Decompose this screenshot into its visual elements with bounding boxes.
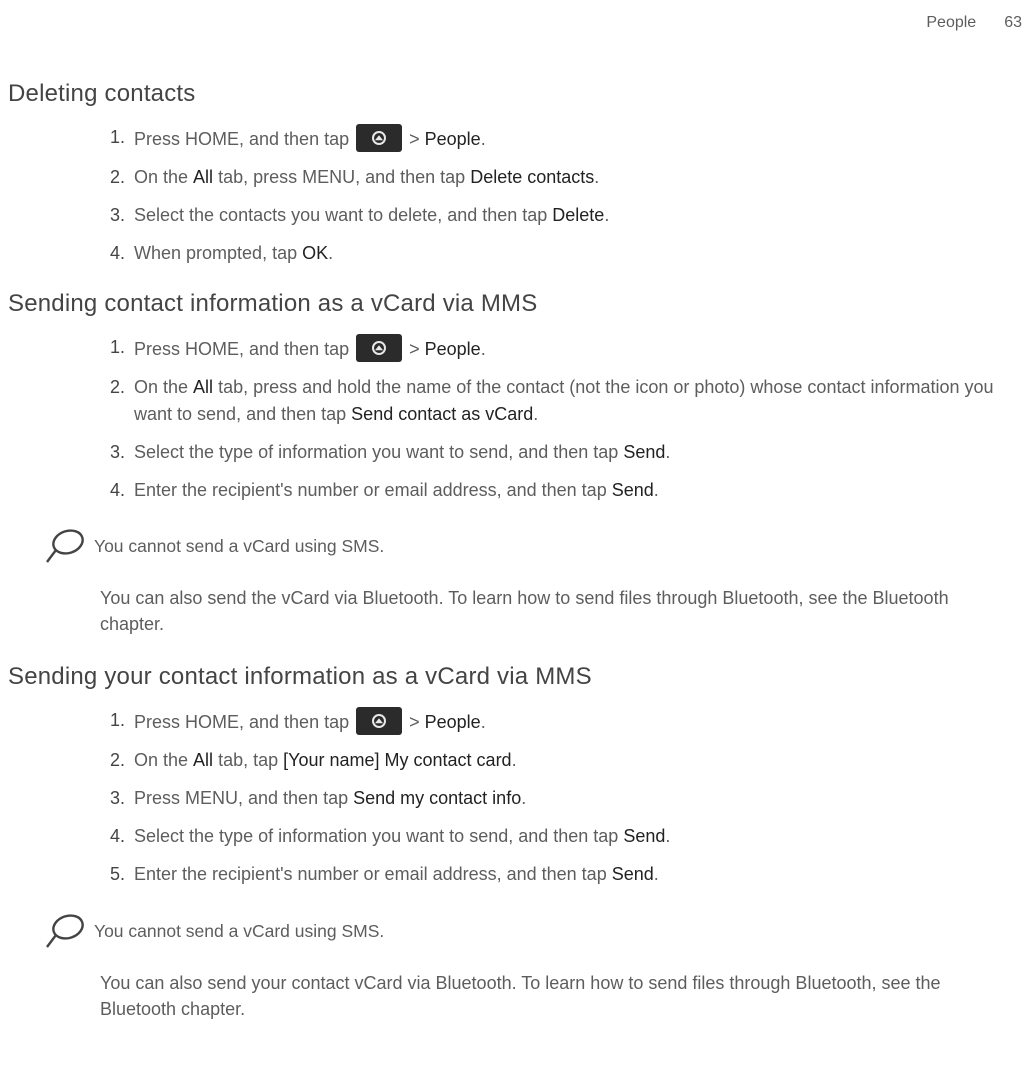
step-text: . — [512, 750, 517, 770]
step-item: 5. Enter the recipient's number or email… — [110, 855, 1010, 893]
note-text: You cannot send a vCard using SMS. — [94, 536, 384, 557]
step-text: When prompted, tap — [134, 243, 302, 263]
step-item: 4. When prompted, tap OK. — [110, 234, 1010, 272]
page-header: People 63 — [0, 0, 1030, 62]
step-item: 4. Enter the recipient's number or email… — [110, 471, 1010, 509]
note-row: You cannot send a vCard using SMS. — [44, 912, 1010, 952]
step-text: . — [328, 243, 333, 263]
note-icon — [44, 527, 88, 567]
apps-icon — [356, 334, 402, 362]
ui-label: Send — [612, 480, 654, 500]
step-text: Press HOME, and then tap — [134, 339, 354, 359]
apps-icon — [356, 707, 402, 735]
step-text: . — [654, 864, 659, 884]
step-text: > — [404, 339, 425, 359]
step-text: . — [665, 826, 670, 846]
step-number: 4. — [110, 240, 125, 266]
apps-icon — [356, 124, 402, 152]
steps-send-your-contact: 1. Press HOME, and then tap > People. 2.… — [110, 701, 1010, 893]
step-number: 1. — [110, 124, 125, 150]
section-title-send-your-contact: Sending your contact information as a vC… — [8, 663, 1030, 691]
step-text: Enter the recipient's number or email ad… — [134, 864, 612, 884]
step-text: Select the type of information you want … — [134, 442, 623, 462]
steps-send-contact: 1. Press HOME, and then tap > People. 2.… — [110, 328, 1010, 508]
step-text: . — [594, 167, 599, 187]
step-item: 3. Select the contacts you want to delet… — [110, 196, 1010, 234]
ui-label: All — [193, 750, 213, 770]
step-text: Enter the recipient's number or email ad… — [134, 480, 612, 500]
step-text: On the — [134, 167, 193, 187]
step-number: 3. — [110, 202, 125, 228]
step-item: 4. Select the type of information you wa… — [110, 817, 1010, 855]
ui-label: [Your name] My contact card — [283, 750, 511, 770]
ui-label: Send — [623, 826, 665, 846]
manual-page: People 63 Deleting contacts 1. Press HOM… — [0, 0, 1030, 1088]
step-text: tab, press and hold the name of the cont… — [134, 377, 994, 423]
step-text: . — [481, 129, 486, 149]
step-text: . — [481, 339, 486, 359]
chapter-name: People — [926, 14, 976, 32]
ui-label: People — [425, 129, 481, 149]
ui-label: People — [425, 339, 481, 359]
step-text: On the — [134, 377, 193, 397]
ui-label: OK — [302, 243, 328, 263]
step-text: Press MENU, and then tap — [134, 788, 353, 808]
step-text: > — [404, 129, 425, 149]
ui-label: People — [425, 712, 481, 732]
step-text: Press HOME, and then tap — [134, 712, 354, 732]
step-item: 2. On the All tab, press MENU, and then … — [110, 158, 1010, 196]
step-text: . — [533, 404, 538, 424]
step-text: . — [481, 712, 486, 732]
step-number: 3. — [110, 439, 125, 465]
step-item: 1. Press HOME, and then tap > People. — [110, 118, 1010, 158]
note-text: You cannot send a vCard using SMS. — [94, 921, 384, 942]
step-text: Select the contacts you want to delete, … — [134, 205, 552, 225]
page-number: 63 — [1004, 14, 1022, 32]
step-text: . — [654, 480, 659, 500]
body-paragraph: You can also send your contact vCard via… — [100, 970, 1000, 1022]
step-number: 2. — [110, 747, 125, 773]
step-item: 1. Press HOME, and then tap > People. — [110, 701, 1010, 741]
step-text: tab, press MENU, and then tap — [213, 167, 470, 187]
step-text: . — [521, 788, 526, 808]
ui-label: All — [193, 377, 213, 397]
ui-label: Send — [623, 442, 665, 462]
step-number: 4. — [110, 823, 125, 849]
section-title-send-contact: Sending contact information as a vCard v… — [8, 290, 1030, 318]
step-number: 5. — [110, 861, 125, 887]
step-item: 1. Press HOME, and then tap > People. — [110, 328, 1010, 368]
section-title-deleting: Deleting contacts — [8, 80, 1030, 108]
steps-deleting: 1. Press HOME, and then tap > People. 2.… — [110, 118, 1010, 272]
ui-label: Delete contacts — [470, 167, 594, 187]
step-number: 3. — [110, 785, 125, 811]
step-number: 4. — [110, 477, 125, 503]
step-number: 2. — [110, 164, 125, 190]
ui-label: Send — [612, 864, 654, 884]
step-item: 3. Select the type of information you wa… — [110, 433, 1010, 471]
step-text: Select the type of information you want … — [134, 826, 623, 846]
note-row: You cannot send a vCard using SMS. — [44, 527, 1010, 567]
step-text: . — [665, 442, 670, 462]
step-text: On the — [134, 750, 193, 770]
step-item: 3. Press MENU, and then tap Send my cont… — [110, 779, 1010, 817]
step-text: > — [404, 712, 425, 732]
step-number: 1. — [110, 707, 125, 733]
step-item: 2. On the All tab, press and hold the na… — [110, 368, 1010, 432]
ui-label: All — [193, 167, 213, 187]
body-paragraph: You can also send the vCard via Bluetoot… — [100, 585, 1000, 637]
ui-label: Send contact as vCard — [351, 404, 533, 424]
ui-label: Delete — [552, 205, 604, 225]
ui-label: Send my contact info — [353, 788, 521, 808]
step-text: . — [604, 205, 609, 225]
step-item: 2. On the All tab, tap [Your name] My co… — [110, 741, 1010, 779]
step-number: 2. — [110, 374, 125, 400]
note-icon — [44, 912, 88, 952]
step-text: tab, tap — [213, 750, 283, 770]
step-text: Press HOME, and then tap — [134, 129, 354, 149]
step-number: 1. — [110, 334, 125, 360]
